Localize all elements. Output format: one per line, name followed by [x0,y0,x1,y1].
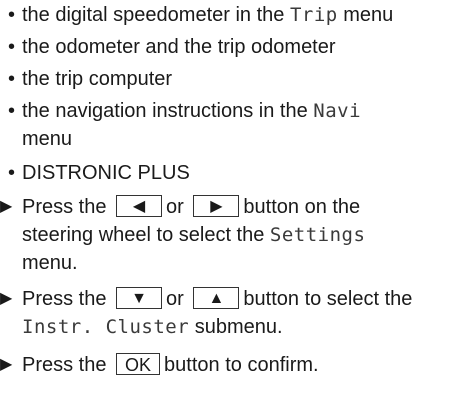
step-item: ▶ Press the ▼ or ▲ button to select the [0,284,412,314]
step-continuation: Instr. Cluster submenu. [0,312,283,342]
step-item: ▶ Press the OK button to confirm. [0,350,319,380]
step-text: button on the [243,196,361,218]
bullet-text-end: menu [22,128,73,150]
step-or: or [166,288,184,310]
right-arrow-icon: ▶ [210,197,223,215]
step-text: menu. [22,252,78,274]
ok-button-key: OK [116,352,161,375]
step-text: button to confirm. [164,354,319,376]
bullet-icon: • [8,162,16,184]
step-text: steering wheel to select the [22,224,270,246]
down-button-key: ▼ [116,286,163,309]
list-item: • the trip computer [0,64,172,94]
left-arrow-icon: ◀ [132,197,146,215]
submenu-name-instr-cluster: Instr. Cluster [22,316,190,338]
step-text: Press the [22,354,107,376]
bullet-text: the navigation instructions in the [22,100,314,122]
left-button-key: ◀ [116,194,163,217]
right-button-key: ▶ [193,194,240,217]
step-text: Press the [22,288,107,310]
step-arrow-icon: ▶ [0,356,13,373]
bullet-icon: • [8,36,16,58]
menu-name-navi: Navi [313,100,362,122]
step-arrow-icon: ▶ [0,198,13,215]
bullet-icon: • [8,100,16,122]
step-or: or [166,196,184,218]
manual-page: • the digital speedometer in the Trip me… [0,0,462,400]
up-button-key: ▲ [193,286,240,309]
step-item: ▶ Press the ◀ or ▶ button on the [0,192,360,222]
bullet-text: the trip computer [22,68,173,90]
bullet-icon: • [8,4,16,26]
up-arrow-icon: ▲ [208,289,225,307]
step-continuation: menu. [0,248,78,278]
bullet-text: the digital speedometer in the [22,4,290,26]
step-text: Press the [22,196,107,218]
list-item: • the odometer and the trip odometer [0,32,336,62]
list-item: • the digital speedometer in the Trip me… [0,0,393,30]
list-item: • DISTRONIC PLUS [0,158,190,188]
menu-name-trip: Trip [289,4,338,26]
step-continuation: steering wheel to select the Settings [0,220,365,250]
step-text: submenu. [189,316,283,338]
down-arrow-icon: ▼ [131,289,147,307]
step-arrow-icon: ▶ [0,290,13,307]
bullet-text: the odometer and the trip odometer [22,36,336,58]
list-item-continuation: menu [0,124,72,154]
menu-name-settings: Settings [269,224,366,246]
bullet-icon: • [8,68,16,90]
step-text: button to select the [243,288,413,310]
list-item: • the navigation instructions in the Nav… [0,96,361,126]
bullet-text-end: menu [337,4,394,26]
bullet-text: DISTRONIC PLUS [22,162,190,184]
